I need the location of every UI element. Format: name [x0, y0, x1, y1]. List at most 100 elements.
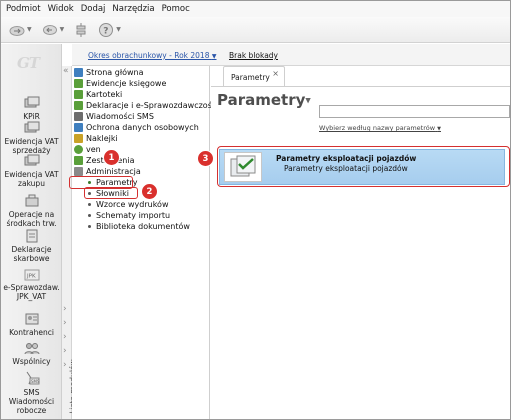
sms-icon: SMS: [26, 371, 40, 385]
module-list-strip[interactable]: « › › › › › Lista modułów: [62, 66, 78, 419]
chevron-right-icon[interactable]: ›: [63, 346, 67, 356]
chevron-down-icon: ▼: [305, 96, 311, 105]
nav-item-label: Deklaracje skarbowe: [11, 245, 52, 263]
tree-item-administration[interactable]: Administracja: [74, 167, 141, 176]
tree-item-declarations[interactable]: Deklaracje i e-Sprawozdawczość: [74, 101, 216, 110]
nav-item-vat-sales[interactable]: Ewidencja VAT sprzedaży: [1, 121, 62, 155]
chevron-right-icon[interactable]: ›: [63, 360, 67, 370]
tree-item-home[interactable]: Strona główna: [74, 68, 144, 77]
tree-item-label: Ewidencje księgowe: [86, 79, 167, 88]
menu-pomoc[interactable]: Pomoc: [162, 4, 190, 14]
chevron-down-icon: ▼: [59, 26, 65, 33]
sync-icon: [76, 22, 86, 37]
menu-widok[interactable]: Widok: [48, 4, 74, 14]
tree-item-ven[interactable]: ven: [74, 145, 101, 154]
bullet-icon: [88, 203, 91, 206]
tree-subitem-document-library[interactable]: Biblioteka dokumentów: [88, 222, 190, 231]
sms-icon: [74, 112, 83, 121]
chevron-down-icon: ▼: [27, 26, 32, 33]
nav-item-kpir[interactable]: KPiR: [1, 96, 62, 121]
menu-narzedzia[interactable]: Narzędzia: [112, 4, 154, 14]
chevron-left-icon[interactable]: «: [63, 66, 69, 76]
period-selector[interactable]: Okres obrachunkowy - Rok 2018 ▼: [88, 51, 217, 60]
nav-item-label: SMS Wiadomości robocze: [8, 388, 55, 415]
nav-item-sms-drafts[interactable]: SMS SMS Wiadomości robocze: [1, 370, 62, 415]
chevron-right-icon[interactable]: ›: [63, 304, 67, 314]
svg-text:?: ?: [104, 26, 109, 36]
cloud-arrow-button[interactable]: ▼: [9, 23, 32, 37]
toolbar: ▼ ▼ ? ▼: [1, 17, 510, 43]
chevron-down-icon: ▼: [116, 26, 121, 33]
info-bar: Okres obrachunkowy - Rok 2018 ▼ Brak blo…: [72, 44, 510, 66]
nav-item-fixed-assets[interactable]: Operacje na środkach trw.: [1, 194, 62, 228]
tree-item-label: Administracja: [86, 167, 141, 176]
tree-subitem-print-templates[interactable]: Wzorce wydruków: [88, 200, 168, 209]
help-button[interactable]: ? ▼: [98, 22, 121, 38]
highlight-card: [217, 146, 510, 187]
tree-item-stickers[interactable]: Naklejki: [74, 134, 118, 143]
nav-item-label: Kontrahenci: [9, 328, 54, 337]
tree-item-label: Ochrona danych osobowych: [86, 123, 199, 132]
tree-item-label: Deklaracje i e-Sprawozdawczość: [86, 101, 217, 110]
chevron-down-icon: ▼: [211, 53, 217, 60]
chevron-right-icon[interactable]: ›: [63, 332, 67, 342]
nav-item-label: Ewidencja VAT zakupu: [4, 170, 59, 188]
nav-item-label: e-Sprawozdaw. JPK_VAT: [3, 283, 60, 301]
nav-item-jpk-vat[interactable]: JPK e-Sprawozdaw. JPK_VAT: [1, 269, 62, 301]
nav-item-partners[interactable]: Wspólnicy: [1, 341, 62, 366]
tree-item-label: ven: [86, 145, 101, 154]
assets-icon: [25, 194, 38, 207]
ledger-icon: [74, 79, 83, 88]
lock-status-link[interactable]: Brak blokady: [229, 51, 278, 60]
tree-item-cards[interactable]: Kartoteki: [74, 90, 122, 99]
nav-item-label: Ewidencja VAT sprzedaży: [4, 137, 59, 155]
jpk-icon: JPK: [24, 269, 39, 281]
sticker-icon: [74, 134, 83, 143]
nav-item-contractors[interactable]: Kontrahenci: [1, 312, 62, 337]
books-icon: [24, 154, 39, 166]
tree-item-label: Strona główna: [86, 68, 144, 77]
nav-item-label: KPiR: [23, 112, 40, 121]
menu-bar: Podmiot Widok Dodaj Narzędzia Pomoc: [1, 1, 510, 17]
search-hint-label: Wybierz według nazwy parametrów: [319, 124, 436, 132]
tree-item-data-protection[interactable]: Ochrona danych osobowych: [74, 123, 199, 132]
admin-icon: [74, 167, 83, 176]
declaration-icon: [74, 101, 83, 110]
partners-icon: [24, 343, 39, 355]
help-icon: ?: [99, 22, 114, 37]
page-title-text: Parametry: [217, 91, 306, 109]
nav-item-tax-declarations[interactable]: Deklaracje skarbowe: [1, 229, 62, 263]
bullet-icon: [88, 225, 91, 228]
svg-text:SMS: SMS: [31, 379, 40, 384]
tree-subitem-label: Wzorce wydruków: [96, 200, 169, 209]
bullet-icon: [88, 214, 91, 217]
nav-item-vat-purchase[interactable]: Ewidencja VAT zakupu: [1, 154, 62, 188]
tree-subitem-import-schemes[interactable]: Schematy importu: [88, 211, 170, 220]
home-icon: [74, 68, 83, 77]
step-badge-3: 3: [198, 151, 213, 166]
database-arrow-icon: [42, 24, 57, 35]
tree-item-ledgers[interactable]: Ewidencje księgowe: [74, 79, 166, 88]
database-arrow-button[interactable]: ▼: [42, 23, 65, 37]
close-icon[interactable]: ×: [272, 69, 279, 78]
tree-item-sms[interactable]: Wiadomości SMS: [74, 112, 154, 121]
navigation-tree: Strona główna Ewidencje księgowe Kartote…: [72, 66, 216, 419]
shield-icon: [74, 123, 83, 132]
search-input[interactable]: [319, 105, 510, 118]
step-badge-1: 1: [104, 150, 119, 165]
search-mode-selector[interactable]: Wybierz według nazwy parametrów ▼: [319, 124, 441, 132]
sync-button[interactable]: [74, 22, 88, 38]
highlight-parameters: [84, 187, 138, 199]
menu-dodaj[interactable]: Dodaj: [81, 4, 106, 14]
declaration-icon: [26, 229, 37, 243]
recycle-icon: [74, 145, 83, 154]
tree-item-label: Naklejki: [86, 134, 118, 143]
tree-item-label: Wiadomości SMS: [86, 112, 154, 121]
menu-podmiot[interactable]: Podmiot: [6, 4, 41, 14]
tree-subitem-label: Biblioteka dokumentów: [96, 222, 190, 231]
chevron-right-icon[interactable]: ›: [63, 318, 67, 328]
tab-parameters[interactable]: Parametry ×: [223, 66, 285, 86]
books-icon: [24, 96, 39, 108]
svg-text:JPK: JPK: [26, 274, 36, 280]
page-title[interactable]: Parametry▼: [217, 91, 311, 109]
